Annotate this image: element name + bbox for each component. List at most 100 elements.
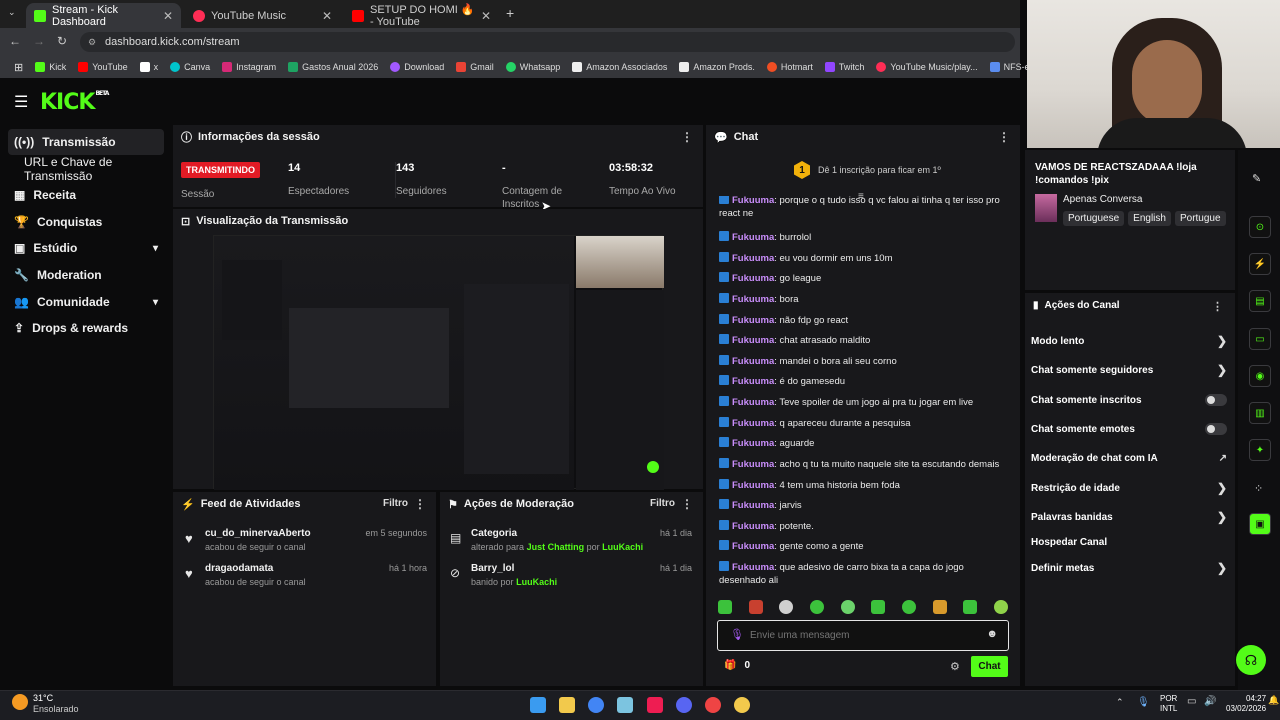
chat-username[interactable]: Fukuuma bbox=[732, 273, 774, 284]
subs-only-toggle[interactable] bbox=[1205, 394, 1227, 406]
action-followers-only[interactable]: Chat somente seguidores ❯ bbox=[1031, 363, 1227, 377]
action-banned-words[interactable]: Palavras banidas ❯ bbox=[1031, 510, 1227, 524]
category-name[interactable]: Apenas Conversa bbox=[1063, 194, 1143, 205]
bookmark-amazon-associados[interactable]: Amazon Associados bbox=[566, 62, 673, 72]
network-icon[interactable]: ▭ bbox=[1187, 696, 1196, 707]
language-indicator[interactable]: POR INTL bbox=[1160, 694, 1177, 714]
mic-icon[interactable]: 🎙 bbox=[730, 628, 744, 641]
sidebar-item-estudio[interactable]: ▣ Estúdio ▾ bbox=[8, 235, 164, 261]
action-set-goals[interactable]: Definir metas ❯ bbox=[1031, 561, 1227, 575]
chat-message[interactable]: Fukuuma: gente como a gente bbox=[719, 540, 1009, 553]
emote-icon[interactable] bbox=[779, 600, 794, 614]
chat-username[interactable]: Fukuuma bbox=[732, 253, 774, 264]
sidebar-item-comunidade[interactable]: 👥 Comunidade ▾ bbox=[8, 289, 164, 315]
bookmark-canva[interactable]: Canva bbox=[164, 62, 216, 72]
bookmark-x[interactable]: x bbox=[134, 62, 165, 72]
chat-message[interactable]: Fukuuma: é do gamesedu bbox=[719, 375, 1009, 388]
layout-icon[interactable]: ▥ bbox=[1249, 402, 1271, 424]
bookmark-whatsapp[interactable]: Whatsapp bbox=[500, 62, 567, 72]
clock[interactable]: 04:27 03/02/2026 bbox=[1226, 694, 1266, 714]
chat-message[interactable]: Fukuuma: mandei o bora ali seu corno bbox=[719, 355, 1009, 368]
broadcast-icon[interactable]: ◉ bbox=[1249, 365, 1271, 387]
emote-icon[interactable] bbox=[932, 600, 947, 614]
tab-youtube-setup[interactable]: SETUP DO HOMI 🔥 - YouTube ✕ bbox=[344, 3, 499, 28]
chat-username[interactable]: Fukuuma bbox=[732, 196, 774, 206]
close-tab-icon[interactable]: ✕ bbox=[322, 9, 332, 23]
bookmark-amazon-prods[interactable]: Amazon Prods. bbox=[673, 62, 761, 72]
action-modo-lento[interactable]: Modo lento ❯ bbox=[1031, 334, 1227, 348]
new-tab-button[interactable]: + bbox=[506, 5, 514, 21]
tab-search-icon[interactable]: ⌄ bbox=[8, 7, 16, 18]
chat-username[interactable]: Fukuuma bbox=[732, 480, 774, 491]
discord-icon[interactable] bbox=[676, 697, 692, 713]
sidebar-item-url-chave[interactable]: URL e Chave de Transmissão bbox=[18, 155, 174, 183]
send-chat-button[interactable]: Chat bbox=[971, 656, 1008, 677]
sidebar-item-drops[interactable]: ⇪ Drops & rewards bbox=[8, 315, 164, 341]
chat-username[interactable]: Fukuuma bbox=[732, 521, 774, 532]
chat-username[interactable]: Fukuuma bbox=[732, 418, 774, 429]
menu-icon[interactable]: ☰ bbox=[14, 92, 28, 112]
apps-icon[interactable]: ⊞ bbox=[8, 61, 29, 74]
more-options-icon[interactable]: ⋮ bbox=[414, 497, 426, 511]
clip-icon[interactable]: ⊙ bbox=[1249, 216, 1271, 238]
emote-icon[interactable] bbox=[718, 600, 732, 614]
bookmark-gmail[interactable]: Gmail bbox=[450, 62, 500, 72]
app-icon[interactable] bbox=[734, 697, 750, 713]
bookmark-download[interactable]: Download bbox=[384, 62, 450, 72]
back-icon[interactable]: ← bbox=[9, 34, 21, 48]
emote-icon[interactable] bbox=[871, 600, 886, 614]
chat-username[interactable]: Fukuuma bbox=[732, 541, 774, 552]
chat-message[interactable]: Fukuuma: 4 tem uma historia bem foda bbox=[719, 479, 1009, 492]
chat-username[interactable]: Fukuuma bbox=[732, 459, 774, 470]
action-host-channel[interactable]: Hospedar Canal bbox=[1031, 535, 1227, 549]
tab-youtube-music[interactable]: YouTube Music ✕ bbox=[185, 3, 340, 28]
file-explorer-icon[interactable] bbox=[559, 697, 575, 713]
apps-dots-icon[interactable]: ⁘ bbox=[1254, 482, 1263, 495]
chat-message[interactable]: Fukuuma: chat atrasado maldito bbox=[719, 334, 1009, 347]
edit-icon[interactable]: ✎ bbox=[1252, 172, 1261, 185]
chat-bubble-icon[interactable]: ▭ bbox=[1249, 328, 1271, 350]
windows-start-icon[interactable] bbox=[530, 697, 546, 713]
emote-icon[interactable] bbox=[901, 600, 916, 614]
chat-message[interactable]: Fukuuma: não fdp go react bbox=[719, 314, 1009, 327]
moderation-filter-button[interactable]: Filtro bbox=[650, 498, 675, 509]
support-headset-icon[interactable]: ☊ bbox=[1236, 645, 1266, 675]
chat-message[interactable]: Fukuuma: potente. bbox=[719, 520, 1009, 533]
chat-message[interactable]: Fukuuma: acho q tu ta muito naquele site… bbox=[719, 458, 1009, 471]
add-button-icon[interactable]: ▣ bbox=[1249, 513, 1271, 535]
chat-username[interactable]: Fukuuma bbox=[732, 438, 774, 449]
url-field[interactable]: ⚙ dashboard.kick.com/stream bbox=[80, 32, 1015, 52]
chat-message[interactable]: Fukuuma: eu vou dormir em uns 10m bbox=[719, 252, 1009, 265]
weather-sun-icon[interactable] bbox=[12, 694, 28, 710]
chat-username[interactable]: Fukuuma bbox=[732, 315, 774, 326]
more-options-icon[interactable]: ⋮ bbox=[681, 130, 693, 144]
activity-filter-button[interactable]: Filtro bbox=[383, 498, 408, 509]
chat-settings-icon[interactable]: ⚙ bbox=[950, 660, 960, 673]
emote-icon[interactable] bbox=[748, 600, 763, 614]
chat-username[interactable]: Fukuuma bbox=[732, 562, 774, 573]
notification-icon[interactable]: 🔔 bbox=[1268, 695, 1279, 706]
obs-icon[interactable] bbox=[705, 697, 721, 713]
emote-icon[interactable] bbox=[840, 600, 855, 614]
chat-message[interactable]: Fukuuma: que adesivo de carro bixa ta a … bbox=[719, 561, 1009, 587]
close-tab-icon[interactable]: ✕ bbox=[163, 9, 173, 23]
bookmark-kick[interactable]: Kick bbox=[29, 62, 72, 72]
chat-username[interactable]: Fukuuma bbox=[732, 397, 774, 408]
app-icon[interactable] bbox=[617, 697, 633, 713]
bookmark-youtube-music[interactable]: YouTube Music/play... bbox=[870, 62, 983, 72]
reload-icon[interactable]: ↻ bbox=[57, 34, 67, 48]
emoji-icon[interactable]: ☻ bbox=[986, 628, 998, 640]
chat-message[interactable]: Fukuuma: bora bbox=[719, 293, 1009, 306]
bookmark-youtube[interactable]: YouTube bbox=[72, 62, 133, 72]
chat-username[interactable]: Fukuuma bbox=[732, 356, 774, 367]
emote-icon[interactable] bbox=[809, 600, 824, 614]
chat-username[interactable]: Fukuuma bbox=[732, 294, 774, 305]
forward-icon[interactable]: → bbox=[33, 34, 45, 48]
sub-goal-banner[interactable]: 1 Dê 1 inscrição para ficar em 1º bbox=[794, 161, 941, 179]
chat-message-input[interactable] bbox=[750, 627, 980, 643]
bookmark-twitch[interactable]: Twitch bbox=[819, 62, 871, 72]
chrome-icon[interactable] bbox=[588, 697, 604, 713]
volume-icon[interactable]: 🔊 bbox=[1204, 696, 1216, 707]
clipboard-icon[interactable]: ▤ bbox=[1249, 290, 1271, 312]
chat-message[interactable]: Fukuuma: q apareceu durante a pesquisa bbox=[719, 417, 1009, 430]
